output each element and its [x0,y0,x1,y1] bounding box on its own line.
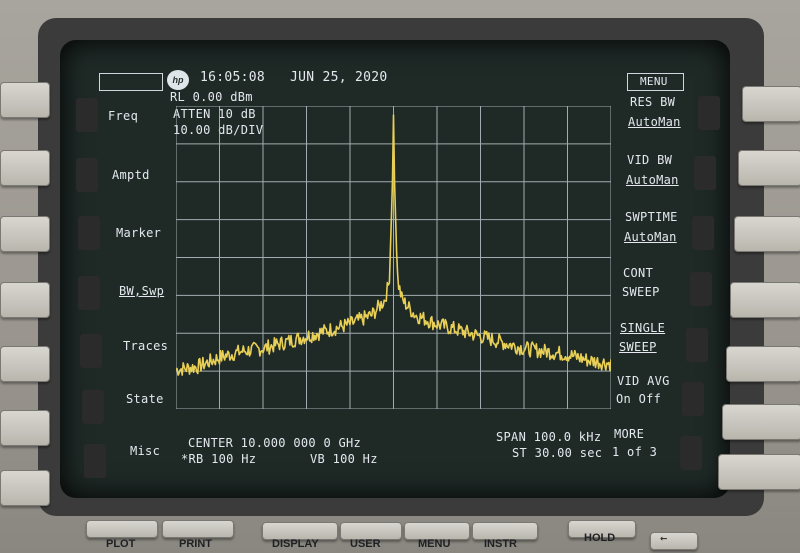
display-label: DISPLAY [272,538,319,550]
softkey-amptd[interactable]: Amptd [112,169,182,182]
menu-title: MENU [640,75,668,88]
softkey-slot [76,158,98,192]
left-panel-key[interactable] [0,82,50,118]
softkey-swptime-mode[interactable]: AutoMan [624,231,704,244]
sweep-time: ST 30.00 sec [512,446,603,460]
left-panel-key[interactable] [0,282,50,318]
softkey-slot [78,216,100,250]
softkey-swptime[interactable]: SWPTIME [625,211,705,224]
video-bandwidth: VB 100 Hz [310,452,378,466]
reference-level: RL 0.00 dBm [170,90,253,104]
user-label: USER [350,538,381,550]
spectrum-display [176,106,611,409]
right-panel-key[interactable] [726,346,800,382]
softkey-cont[interactable]: CONT [623,267,703,280]
back-arrow-icon: ← [660,531,668,545]
softkey-slot [76,98,98,132]
right-panel-key[interactable] [722,404,800,440]
back-arrow-key[interactable] [650,532,698,550]
left-panel-key[interactable] [0,470,50,506]
softkey-res-bw-mode[interactable]: AutoMan [628,116,708,129]
left-panel-key[interactable] [0,150,50,186]
hp-logo: hp [167,70,189,90]
plot-label: PLOT [106,538,136,550]
span: SPAN 100.0 kHz [496,430,602,444]
left-panel-key[interactable] [0,346,50,382]
date: JUN 25, 2020 [290,70,388,85]
softkey-freq[interactable]: Freq [108,110,178,123]
softkey-single-sweep[interactable]: SWEEP [619,341,699,354]
left-panel-key[interactable] [0,410,50,446]
clock-time: 16:05:08 [200,70,266,85]
instr-label: INSTR [484,538,517,550]
title-box [99,73,163,91]
softkey-single[interactable]: SINGLE [620,322,700,335]
print-key[interactable] [162,520,234,538]
softkey-vid-bw-mode[interactable]: AutoMan [626,174,706,187]
center-frequency: CENTER 10.000 000 0 GHz [188,436,362,450]
softkey-cont-sweep[interactable]: SWEEP [622,286,702,299]
softkey-slot [78,276,100,310]
softkey-vid-bw[interactable]: VID BW [627,154,707,167]
right-panel-key[interactable] [734,216,800,252]
right-panel-key[interactable] [718,454,800,490]
softkey-vid-avg[interactable]: VID AVG [617,375,697,388]
right-panel-key[interactable] [730,282,800,318]
softkey-slot [84,444,106,478]
softkey-slot [82,390,104,424]
right-panel-key[interactable] [738,150,800,186]
softkey-page-indicator: 1 of 3 [612,445,658,459]
hold-label: HOLD [584,532,616,544]
softkey-slot [80,334,102,368]
right-panel-key[interactable] [742,86,800,122]
print-label: PRINT [179,538,212,550]
menu-label: MENU [418,538,451,550]
softkey-more[interactable]: MORE [614,428,694,441]
plot-key[interactable] [86,520,158,538]
resolution-bandwidth: *RB 100 Hz [181,452,257,466]
left-panel-key[interactable] [0,216,50,252]
softkey-res-bw[interactable]: RES BW [630,96,710,109]
softkey-vid-avg-state[interactable]: On Off [616,393,696,406]
